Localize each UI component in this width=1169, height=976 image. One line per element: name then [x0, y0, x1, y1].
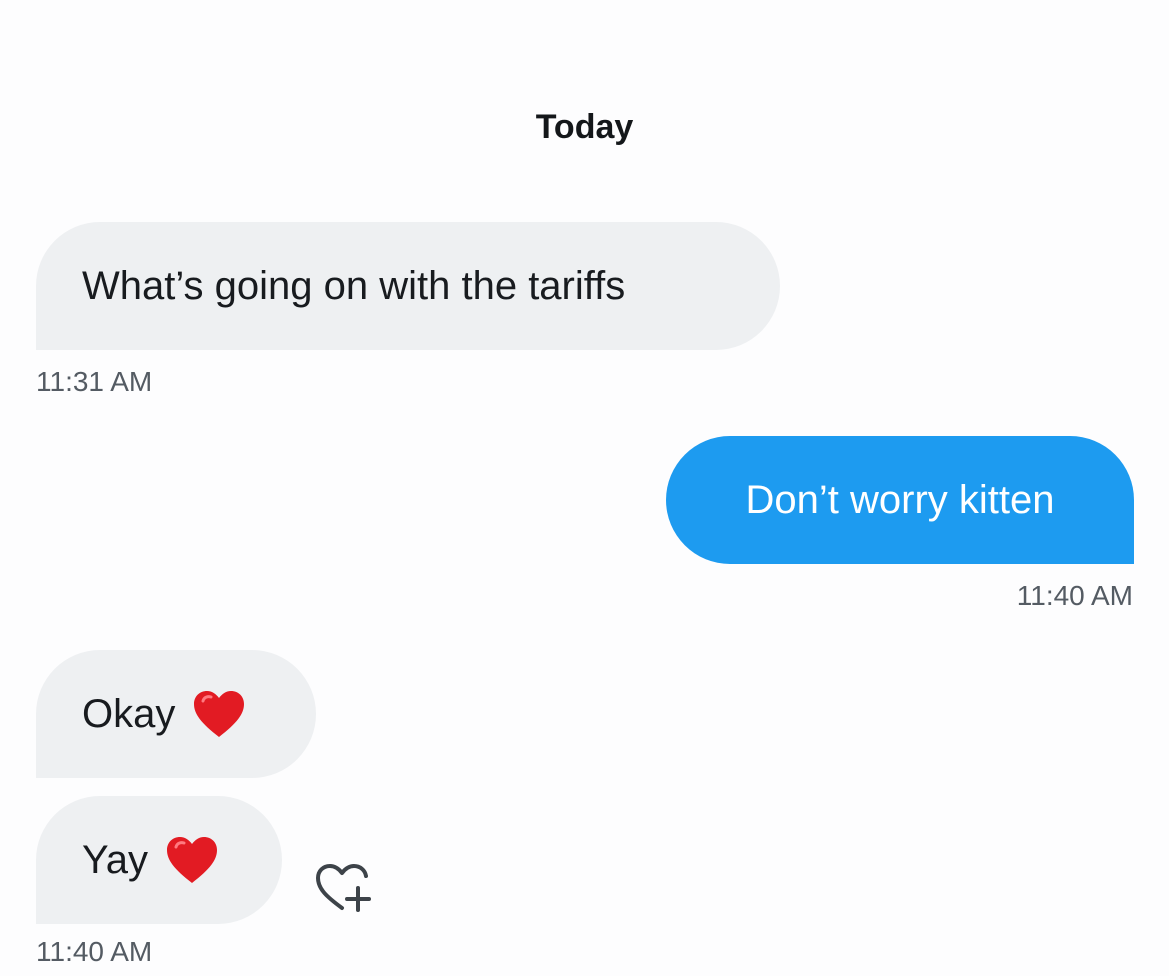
- message-text: Don’t worry kitten: [745, 477, 1055, 522]
- message-text: Okay: [82, 691, 176, 736]
- red-heart-emoji-icon: [191, 688, 247, 740]
- message-bubble-incoming[interactable]: What’s going on with the tariffs: [36, 222, 780, 350]
- red-heart-emoji-icon: [164, 834, 220, 886]
- message-bubble-incoming[interactable]: Yay: [36, 796, 282, 924]
- date-separator: Today: [535, 108, 634, 146]
- message-bubble-outgoing[interactable]: Don’t worry kitten: [666, 436, 1134, 564]
- message-bubble-incoming[interactable]: Okay: [36, 650, 316, 778]
- message-timestamp: 11:31 AM: [36, 366, 153, 397]
- message-text: What’s going on with the tariffs: [82, 263, 626, 308]
- message-timestamp: 11:40 AM: [36, 936, 153, 967]
- message-text: Yay: [82, 837, 148, 882]
- heart-plus-icon[interactable]: [310, 856, 374, 920]
- message-timestamp: 11:40 AM: [1016, 580, 1133, 611]
